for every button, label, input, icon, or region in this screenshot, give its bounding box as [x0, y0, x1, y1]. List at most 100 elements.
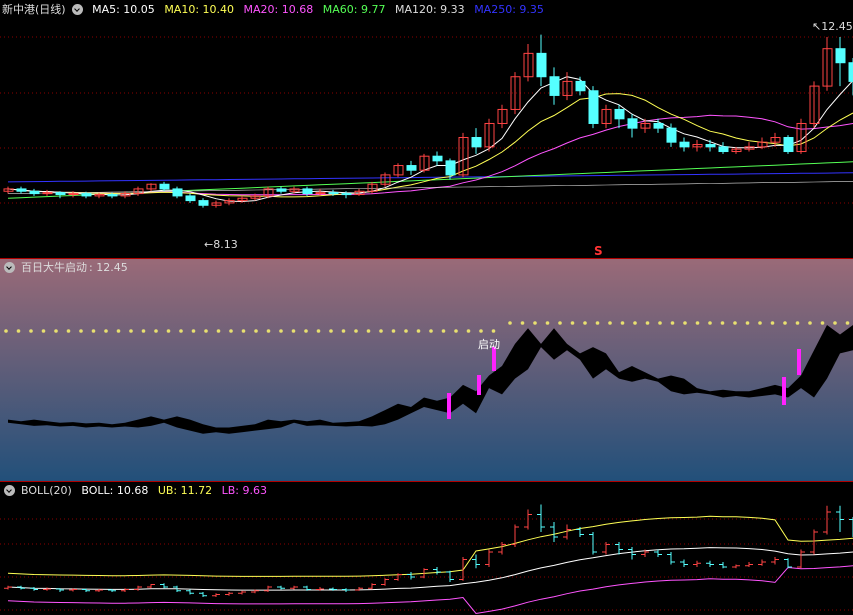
dot-marker: [66, 329, 71, 333]
chevron-down-icon[interactable]: [4, 261, 15, 273]
dot-marker: [329, 329, 333, 333]
dot-marker: [341, 329, 346, 333]
dot-marker: [116, 329, 121, 333]
dot-marker: [595, 321, 600, 325]
launch-bar: [797, 349, 801, 375]
dot-marker: [608, 321, 612, 325]
candle-body: [575, 80, 586, 92]
dot-marker: [745, 321, 750, 325]
candle-body: [107, 194, 118, 197]
dot-marker: [179, 329, 183, 333]
indicator-chart[interactable]: [0, 259, 853, 481]
price-panel[interactable]: 新中港(日线) MA5: 10.05 MA10: 10.40 MA20: 10.…: [0, 0, 853, 258]
candle-body: [848, 62, 853, 82]
candle-body: [679, 141, 690, 148]
dot-marker: [91, 329, 96, 333]
dot-marker: [354, 329, 358, 333]
dot-marker: [545, 321, 550, 325]
dot-marker: [733, 321, 737, 325]
price-chart[interactable]: [0, 0, 853, 258]
dot-marker: [783, 321, 787, 325]
indicator-background: [0, 259, 853, 481]
candle-body: [29, 190, 40, 195]
dot-marker: [808, 321, 812, 325]
low-price-value: 8.13: [213, 238, 238, 251]
ma60-label: MA60: 9.77: [322, 3, 386, 16]
indicator-panel[interactable]: 百日大牛启动: 12.45 启动: [0, 259, 853, 481]
candle-body: [198, 200, 209, 206]
ma10-label: MA10: 10.40: [164, 3, 235, 16]
indicator-title: 百日大牛启动: [21, 261, 87, 274]
low-price-label: ←8.13: [204, 238, 238, 251]
launch-bar: [447, 393, 451, 419]
dot-marker: [441, 329, 446, 333]
dot-marker: [583, 321, 587, 325]
dot-marker: [191, 329, 196, 333]
candle-body: [55, 192, 66, 196]
arrow-icon: ←: [204, 238, 214, 251]
ma250-label: MA250: 9.35: [474, 3, 544, 16]
launch-signal-label: 启动: [478, 338, 500, 351]
stock-title: 新中港(日线): [2, 3, 66, 16]
dot-marker: [241, 329, 246, 333]
chevron-down-icon[interactable]: [4, 484, 15, 496]
candle-body: [705, 144, 716, 148]
dot-marker: [79, 329, 83, 333]
dot-marker: [795, 321, 800, 325]
dot-marker: [291, 329, 296, 333]
dot-marker: [570, 321, 575, 325]
candle-body: [185, 195, 196, 202]
candle-body: [653, 122, 664, 129]
boll-mid-line: [7, 547, 853, 591]
dot-marker: [633, 321, 637, 325]
boll-ub-label: UB: 11.72: [157, 484, 213, 497]
dot-marker: [266, 329, 271, 333]
dot-marker: [429, 329, 433, 333]
dot-marker: [391, 329, 396, 333]
dot-marker: [279, 329, 283, 333]
chevron-down-icon[interactable]: [71, 3, 83, 15]
ma120-line: [7, 181, 853, 194]
boll-chart[interactable]: [0, 482, 853, 615]
dot-marker: [454, 329, 458, 333]
dot-marker: [770, 321, 775, 325]
ma20-label: MA20: 10.68: [243, 3, 314, 16]
arrow-icon: ↖: [812, 20, 822, 33]
candle-body: [315, 192, 326, 195]
candle-body: [159, 183, 170, 190]
dot-marker: [54, 329, 58, 333]
price-header: 新中港(日线) MA5: 10.05 MA10: 10.40 MA20: 10.…: [0, 2, 853, 18]
candle-body: [835, 48, 846, 64]
launch-bar: [477, 375, 481, 395]
indicator-value: : 12.45: [89, 261, 128, 274]
candle-body: [445, 160, 456, 176]
dot-marker: [658, 321, 662, 325]
dot-marker: [695, 321, 700, 325]
dot-marker: [520, 321, 525, 325]
dot-marker: [620, 321, 625, 325]
candle-body: [302, 188, 313, 195]
boll-panel[interactable]: BOLL(20) BOLL: 10.68 UB: 11.72 LB: 9.63: [0, 482, 853, 615]
candle-body: [627, 118, 638, 129]
dot-marker: [29, 329, 33, 333]
dot-marker: [720, 321, 725, 325]
dot-marker: [670, 321, 675, 325]
dot-marker: [229, 329, 233, 333]
candle-body: [172, 188, 183, 197]
dot-marker: [316, 329, 321, 333]
candle-body: [42, 192, 53, 195]
candle-body: [536, 52, 547, 78]
dot-marker: [216, 329, 221, 333]
dot-marker: [558, 321, 562, 325]
ma10-line: [7, 93, 853, 198]
candle-body: [432, 155, 443, 162]
candle-body: [718, 146, 729, 153]
signal-marker-s: S: [594, 244, 603, 258]
dot-marker: [204, 329, 208, 333]
high-price-value: 12.45: [821, 20, 853, 33]
candle-body: [549, 76, 560, 96]
candle-body: [341, 193, 352, 196]
ma5-label: MA5: 10.05: [92, 3, 155, 16]
candle-body: [68, 193, 79, 196]
candle-body: [614, 108, 625, 120]
